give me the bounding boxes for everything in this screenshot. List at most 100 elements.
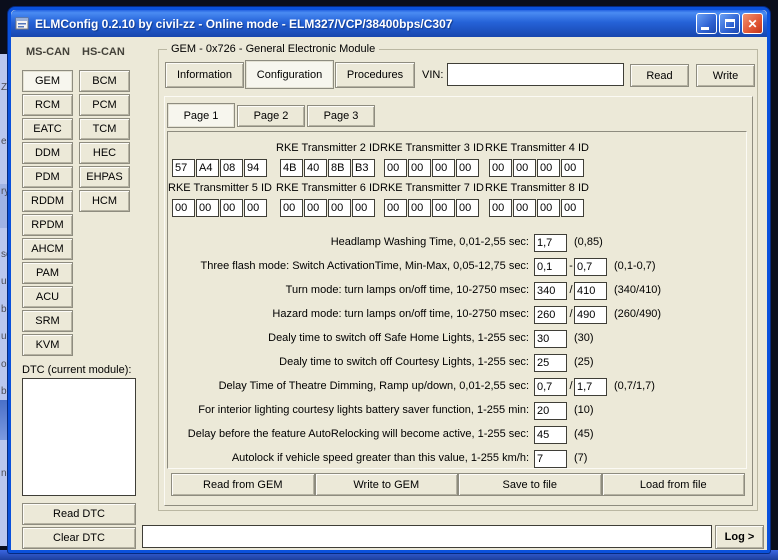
sidebar-module-eatc[interactable]: EATC [22, 118, 73, 140]
rke-id-byte-input[interactable] [244, 199, 267, 217]
tab-procedures[interactable]: Procedures [335, 62, 415, 88]
rke-id-byte-input[interactable] [196, 199, 219, 217]
rke-id-byte-input[interactable] [304, 159, 327, 177]
setting-value-input[interactable] [534, 330, 567, 348]
close-button[interactable]: ✕ [742, 13, 763, 34]
sidebar-module-hec[interactable]: HEC [79, 142, 130, 164]
clear-dtc-button[interactable]: Clear DTC [22, 527, 136, 549]
titlebar[interactable]: ELMConfig 0.2.10 by civil-zz - Online mo… [11, 10, 767, 37]
setting-row: Turn mode: turn lamps on/off time, 10-27… [168, 282, 746, 300]
rke-id-byte-input[interactable] [432, 159, 455, 177]
sidebar-module-tcm[interactable]: TCM [79, 118, 130, 140]
rke-id-byte-input[interactable] [304, 199, 327, 217]
sidebar-module-pdm[interactable]: PDM [22, 166, 73, 188]
rke-id-byte-input[interactable] [352, 199, 375, 217]
setting-default-hint: (25) [574, 356, 594, 368]
log-button[interactable]: Log > [715, 525, 764, 549]
tab-page-1[interactable]: Page 1 [167, 103, 235, 128]
setting-default-hint: (0,85) [574, 236, 603, 248]
rke-id-byte-input[interactable] [456, 199, 479, 217]
setting-value-input[interactable] [534, 402, 567, 420]
rke-id-byte-input[interactable] [220, 159, 243, 177]
module-group-title: GEM - 0x726 - General Electronic Module [167, 43, 379, 55]
sidebar-module-rpdm[interactable]: RPDM [22, 214, 73, 236]
read-dtc-button[interactable]: Read DTC [22, 503, 136, 525]
sidebar-module-hcm[interactable]: HCM [79, 190, 130, 212]
vin-read-button[interactable]: Read [630, 64, 689, 87]
sidebar-module-gem[interactable]: GEM [22, 70, 73, 92]
sidebar-module-acu[interactable]: ACU [22, 286, 73, 308]
setting-value-input[interactable] [534, 450, 567, 468]
rke-transmitter-label: RKE Transmitter 7 ID [377, 182, 487, 194]
log-input[interactable] [142, 525, 712, 548]
vin-write-button[interactable]: Write [696, 64, 755, 87]
tab-page-2[interactable]: Page 2 [237, 105, 305, 127]
rke-id-byte-input[interactable] [352, 159, 375, 177]
dtc-listbox[interactable] [22, 378, 136, 496]
rke-id-byte-input[interactable] [513, 159, 536, 177]
setting-value-input-2[interactable] [574, 378, 607, 396]
setting-value-input[interactable] [534, 234, 567, 252]
setting-row: Delay before the feature AutoRelocking w… [168, 426, 746, 444]
setting-row: For interior lighting courtesy lights ba… [168, 402, 746, 420]
tab-page-3[interactable]: Page 3 [307, 105, 375, 127]
rke-id-byte-input[interactable] [220, 199, 243, 217]
rke-id-byte-input[interactable] [537, 159, 560, 177]
setting-value-input-2[interactable] [574, 306, 607, 324]
rke-id-byte-input[interactable] [537, 199, 560, 217]
rke-id-byte-input[interactable] [328, 159, 351, 177]
action-save-to-file[interactable]: Save to file [458, 473, 602, 496]
rke-id-byte-input[interactable] [561, 159, 584, 177]
setting-value-input[interactable] [534, 258, 567, 276]
rke-id-byte-input[interactable] [172, 199, 195, 217]
sidebar-module-rddm[interactable]: RDDM [22, 190, 73, 212]
rke-id-byte-input[interactable] [408, 159, 431, 177]
setting-row: Three flash mode: Switch ActivationTime,… [168, 258, 746, 276]
rke-id-byte-input[interactable] [561, 199, 584, 217]
sidebar-module-rcm[interactable]: RCM [22, 94, 73, 116]
sidebar-module-ddm[interactable]: DDM [22, 142, 73, 164]
setting-label: Delay before the feature AutoRelocking w… [188, 428, 529, 440]
rke-id-byte-input[interactable] [328, 199, 351, 217]
rke-id-byte-input[interactable] [196, 159, 219, 177]
rke-id-byte-input[interactable] [408, 199, 431, 217]
action-read-from-gem[interactable]: Read from GEM [171, 473, 315, 496]
dtc-label: DTC (current module): [22, 364, 131, 376]
setting-value-input[interactable] [534, 354, 567, 372]
sidebar-module-bcm[interactable]: BCM [79, 70, 130, 92]
setting-value-input[interactable] [534, 282, 567, 300]
sidebar-module-srm[interactable]: SRM [22, 310, 73, 332]
sidebar-module-kvm[interactable]: KVM [22, 334, 73, 356]
sidebar-module-ehpas[interactable]: EHPAS [79, 166, 130, 188]
rke-id-byte-input[interactable] [489, 199, 512, 217]
sidebar-module-pam[interactable]: PAM [22, 262, 73, 284]
rke-id-byte-input[interactable] [456, 159, 479, 177]
tab-information[interactable]: Information [165, 62, 244, 88]
setting-value-input-2[interactable] [574, 282, 607, 300]
setting-value-input-2[interactable] [574, 258, 607, 276]
setting-row: Delay Time of Theatre Dimming, Ramp up/d… [168, 378, 746, 396]
rke-id-byte-input[interactable] [513, 199, 536, 217]
vin-input[interactable] [447, 63, 624, 86]
app-icon [15, 17, 30, 31]
setting-label: For interior lighting courtesy lights ba… [198, 404, 529, 416]
rke-id-byte-input[interactable] [172, 159, 195, 177]
rke-id-byte-input[interactable] [432, 199, 455, 217]
setting-value-input[interactable] [534, 378, 567, 396]
tab-configuration[interactable]: Configuration [245, 60, 334, 89]
rke-id-byte-input[interactable] [280, 199, 303, 217]
action-load-from-file[interactable]: Load from file [602, 473, 746, 496]
setting-value-input[interactable] [534, 426, 567, 444]
hs-can-header: HS-CAN [82, 46, 125, 58]
maximize-button[interactable] [719, 13, 740, 34]
rke-id-byte-input[interactable] [384, 159, 407, 177]
sidebar-module-ahcm[interactable]: AHCM [22, 238, 73, 260]
minimize-button[interactable] [696, 13, 717, 34]
rke-id-byte-input[interactable] [244, 159, 267, 177]
rke-id-byte-input[interactable] [489, 159, 512, 177]
setting-value-input[interactable] [534, 306, 567, 324]
rke-id-byte-input[interactable] [280, 159, 303, 177]
sidebar-module-pcm[interactable]: PCM [79, 94, 130, 116]
rke-id-byte-input[interactable] [384, 199, 407, 217]
action-write-to-gem[interactable]: Write to GEM [315, 473, 459, 496]
